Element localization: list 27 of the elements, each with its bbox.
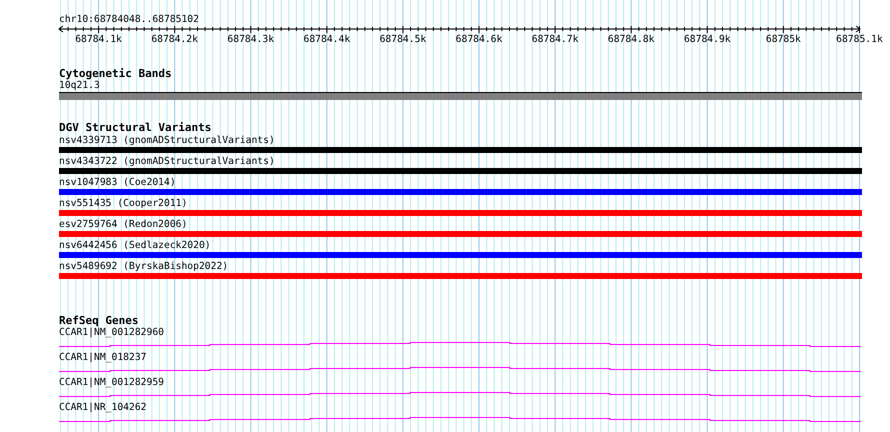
variant-label: nsv5489692 (ByrskaBishop2022) (59, 260, 230, 273)
variant-label: esv2759764 (Redon2006) (59, 218, 188, 231)
tick-label: 68784.4k (304, 34, 350, 45)
gene-label: CCAR1|NM_001282960 (59, 327, 165, 339)
variant-label: nsv551435 (Cooper2011) (59, 197, 188, 210)
track-title: RefSeq Genes (59, 315, 140, 327)
location-label: chr10:68784048..68785102 (59, 14, 200, 26)
variant-label: nsv4339713 (gnomADStructuralVariants) (59, 134, 276, 147)
tick-label: 68785.1k (836, 34, 883, 45)
tick-label: 68784.1k (75, 34, 122, 45)
tick-label: 68784.6k (456, 34, 502, 45)
variant-label: nsv1047983 (Coe2014) (59, 176, 177, 189)
tick-label: 68784.7k (532, 34, 578, 45)
tick-label: 68784.8k (608, 34, 655, 45)
gene-label: CCAR1|NR_104262 (59, 402, 148, 414)
tick-label: 68784.9k (684, 34, 731, 45)
tick-label: 68784.3k (227, 34, 274, 45)
variant-label: nsv4343722 (gnomADStructuralVariants) (59, 155, 276, 168)
gene-label: CCAR1|NM_018237 (59, 352, 148, 364)
band-label: 10q21.3 (59, 80, 101, 92)
tick-label: 68784.2k (151, 34, 198, 45)
tick-label: 68785k (766, 34, 801, 45)
track-title: DGV Structural Variants (59, 122, 212, 134)
gene-label: CCAR1|NM_001282959 (59, 377, 165, 389)
variant-label: nsv6442456 (Sedlazeck2020) (59, 239, 212, 252)
track-title: Cytogenetic Bands (59, 68, 173, 80)
tick-label: 68784.5k (380, 34, 426, 45)
